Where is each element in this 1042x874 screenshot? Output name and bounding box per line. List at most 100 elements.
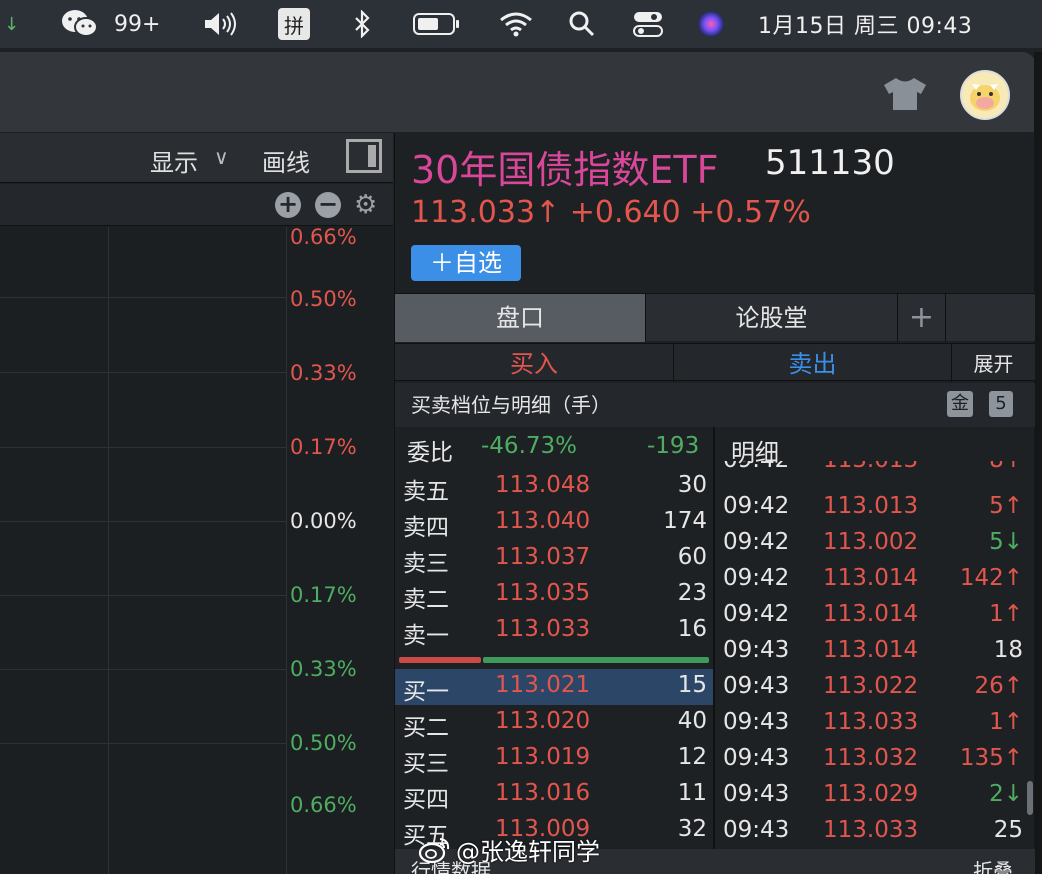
tick-price: 113.014 (823, 565, 919, 591)
tab-orderbook[interactable]: 盘口 (395, 294, 646, 342)
tick-time: 09:42 (723, 529, 790, 555)
collapse-button[interactable]: 折叠 (973, 855, 1013, 874)
tick-volume: 1↑ (989, 709, 1023, 735)
axis-tick-label: 0.33% (290, 361, 357, 385)
spotlight-search-icon[interactable] (566, 0, 598, 48)
draw-line-button[interactable]: 画线 (262, 143, 310, 178)
ask-price: 113.033 (495, 616, 591, 642)
control-center-icon[interactable] (632, 0, 664, 48)
wechat-unread-count: 99+ (114, 11, 161, 37)
stock-code: 511130 (765, 143, 895, 183)
sell-button[interactable]: 卖出 (674, 344, 952, 382)
tick-row[interactable]: 09:42 113.014 1↑ (715, 599, 1027, 635)
ask-label: 卖四 (403, 515, 449, 541)
tick-row[interactable]: 09:42 113.013 5↑ (715, 491, 1027, 527)
bid-volume: 32 (677, 816, 707, 842)
tick-row[interactable]: 09:43 113.033 1↑ (715, 707, 1027, 743)
bid-price: 113.016 (495, 780, 591, 806)
axis-tick-label: 0.66% (290, 225, 357, 249)
ask-row[interactable]: 卖三 113.037 60 (395, 541, 713, 577)
add-tab-button[interactable]: + (898, 294, 946, 342)
tick-row[interactable]: 09:43 113.029 2↓ (715, 779, 1027, 815)
siri-icon[interactable] (696, 0, 726, 48)
wechat-icon[interactable] (60, 0, 100, 48)
tick-time: 09:43 (723, 781, 790, 807)
chart-toolbar: 显示 ∨ 画线 (0, 133, 393, 183)
wifi-icon[interactable] (498, 0, 534, 48)
depth-level-badge[interactable]: 5 (989, 391, 1013, 417)
toggle-side-panel-icon[interactable] (346, 139, 382, 173)
add-to-watchlist-button[interactable]: ＋自选 (411, 245, 521, 281)
battery-icon[interactable] (412, 0, 462, 48)
order-ratio-pct: -46.73% (481, 433, 577, 459)
quote-panel: 30年国债指数ETF 511130 113.033↑ +0.640 +0.57%… (394, 133, 1035, 874)
chart-gridline (0, 297, 286, 298)
tick-time: 09:42 (723, 601, 790, 627)
tick-row[interactable]: 09:43 113.014 18 (715, 635, 1027, 671)
bid-label: 买三 (403, 751, 449, 777)
ask-volume: 30 (677, 472, 707, 498)
zoom-out-icon[interactable]: − (315, 192, 341, 218)
tick-row[interactable]: 09:42 113.014 142↑ (715, 563, 1027, 599)
expand-button[interactable]: 展开 (952, 344, 1035, 382)
tick-volume: 142↑ (959, 565, 1023, 591)
axis-tick-label: 0.50% (290, 287, 357, 311)
axis-tick-label: 0.33% (290, 657, 357, 681)
gold-badge[interactable]: 金 (947, 391, 973, 417)
tick-price: 113.032 (823, 745, 919, 771)
tick-row[interactable]: 09:43 113.032 135↑ (715, 743, 1027, 779)
tick-price: 113.013 (823, 493, 919, 519)
theme-skin-icon[interactable] (880, 76, 930, 112)
chart-gridline (0, 372, 286, 373)
detail-scrollbar[interactable] (1027, 781, 1033, 815)
tick-volume: 135↑ (959, 745, 1023, 771)
tick-price: 113.033 (823, 709, 919, 735)
zoom-in-icon[interactable]: + (275, 192, 301, 218)
bid-row[interactable]: 买四 113.016 11 (395, 777, 713, 813)
tick-volume: 18 (993, 637, 1023, 663)
ask-row[interactable]: 卖五 113.048 30 (395, 469, 713, 505)
bid-row-selected[interactable]: 买一 113.021 15 (395, 669, 713, 705)
window-edge (1034, 52, 1042, 874)
tick-time: 09:43 (723, 673, 790, 699)
ask-row[interactable]: 卖一 113.033 16 (395, 613, 713, 649)
ask-row[interactable]: 卖四 113.040 174 (395, 505, 713, 541)
tick-price: 113.014 (823, 637, 919, 663)
menu-bar: ↓ 99+ 拼 1月15日 周三 09:43 (0, 0, 1042, 48)
tick-time: 09:42 (723, 461, 789, 473)
tick-price: 113.014 (823, 601, 919, 627)
ask-row[interactable]: 卖二 113.035 23 (395, 577, 713, 613)
tick-volume: 1↑ (989, 601, 1023, 627)
chart-zoom-bar: + − ⚙ (0, 184, 393, 226)
tab-forum[interactable]: 论股堂 (646, 294, 898, 342)
bid-row[interactable]: 买三 113.019 12 (395, 741, 713, 777)
tick-volume: 26↑ (974, 673, 1023, 699)
gear-icon[interactable]: ⚙ (354, 190, 377, 220)
ask-label: 卖二 (403, 587, 449, 613)
bluetooth-icon[interactable] (350, 0, 374, 48)
display-menu-button[interactable]: 显示 (150, 143, 198, 178)
chevron-down-icon[interactable]: ∨ (214, 145, 229, 169)
stock-price-change: 113.033↑ +0.640 +0.57% (411, 195, 811, 230)
input-method-icon[interactable]: 拼 (278, 8, 310, 40)
menubar-clock[interactable]: 1月15日 周三 09:43 (758, 0, 972, 48)
axis-tick-label: 0.00% (290, 509, 357, 533)
volume-icon[interactable] (200, 0, 240, 48)
tick-row[interactable]: 09:43 113.022 26↑ (715, 671, 1027, 707)
bid-row[interactable]: 买二 113.020 40 (395, 705, 713, 741)
download-arrow-icon[interactable]: ↓ (4, 0, 19, 48)
tick-row[interactable]: 09:43 113.033 25 (715, 815, 1027, 851)
ask-price: 113.035 (495, 580, 591, 606)
bid-volume: 40 (677, 708, 707, 734)
intraday-chart[interactable]: 0.66% 0.50% 0.33% 0.17% 0.00% 0.17% 0.33… (0, 225, 393, 874)
bid-label: 买二 (403, 715, 449, 741)
ask-label: 卖五 (403, 479, 449, 505)
user-avatar[interactable] (960, 70, 1010, 120)
ask-volume: 60 (677, 544, 707, 570)
ask-volume: 23 (677, 580, 707, 606)
tick-time: 09:43 (723, 709, 790, 735)
bid-price: 113.020 (495, 708, 591, 734)
tick-row[interactable]: 09:42 113.002 5↓ (715, 527, 1027, 563)
tick-row-partial[interactable]: 09:42 113.013 8↑ (715, 461, 1027, 481)
buy-button[interactable]: 买入 (395, 344, 674, 382)
